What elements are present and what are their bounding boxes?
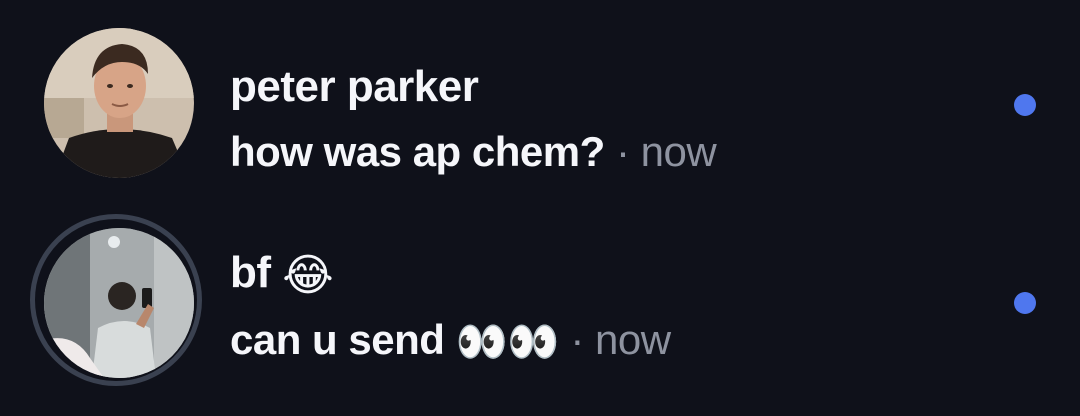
avatar[interactable] [44, 28, 194, 178]
unread-indicator [1014, 292, 1036, 314]
conversation-row[interactable]: peter parker how was ap chem? · now [0, 10, 1080, 200]
message-preview-text: how was ap chem? [230, 128, 605, 175]
conversation-row[interactable]: bf 😂 can u send 👀👀 · now [0, 208, 1080, 398]
separator-dot: · [615, 128, 630, 175]
message-preview-text: can u send [230, 316, 445, 363]
eyes-emoji-icon: 👀👀 [455, 318, 560, 366]
message-preview: how was ap chem? · now [230, 128, 717, 176]
message-list: peter parker how was ap chem? · now bf 😂… [0, 0, 1080, 416]
unread-indicator [1014, 94, 1036, 116]
separator-dot: · [570, 316, 584, 363]
contact-name: peter parker [230, 62, 479, 112]
message-timestamp: now [640, 128, 717, 175]
message-preview: can u send 👀👀 · now [230, 316, 671, 367]
message-timestamp: now [595, 316, 671, 363]
contact-name: bf 😂 [230, 248, 334, 301]
avatar[interactable] [44, 228, 194, 378]
contact-name-text: bf [230, 248, 271, 297]
contact-name-text: peter parker [230, 62, 479, 111]
laughing-emoji-icon: 😂 [282, 250, 334, 300]
